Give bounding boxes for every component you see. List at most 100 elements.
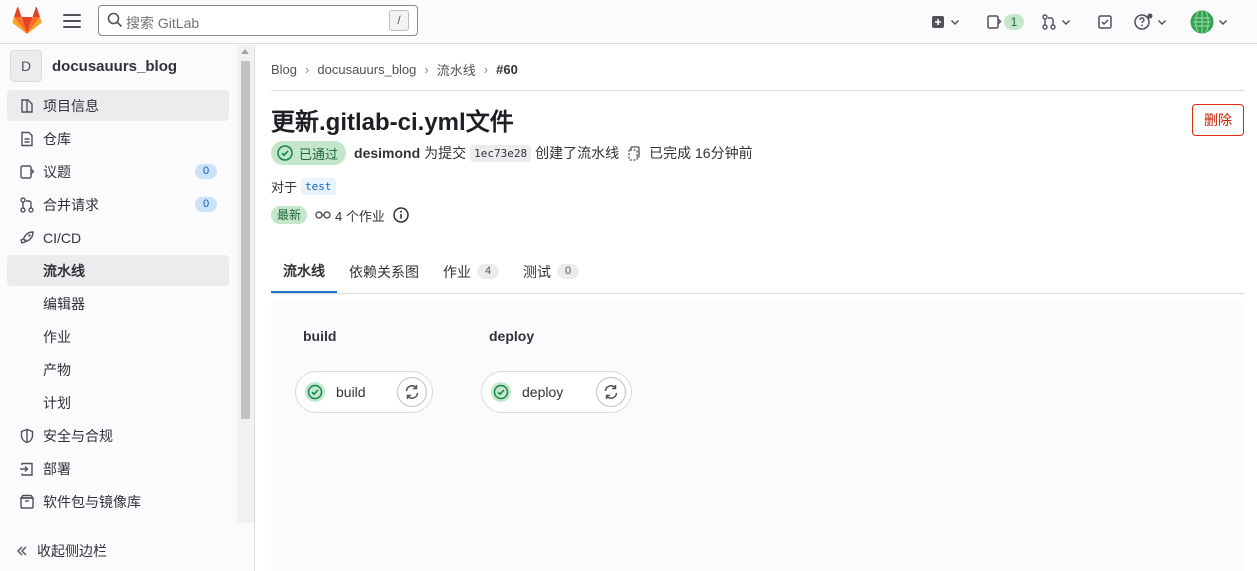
job-deploy[interactable]: deploy xyxy=(481,371,632,413)
commit-sha-link[interactable]: 1ec73e28 xyxy=(470,144,532,162)
project-header[interactable]: D docusauurs_blog xyxy=(10,50,177,82)
merge-request-icon xyxy=(1042,14,1056,30)
merge-requests-count-badge: 0 xyxy=(195,197,217,212)
breadcrumb-item-blog[interactable]: Blog xyxy=(271,62,297,77)
scroll-up-arrow-icon[interactable] xyxy=(241,49,249,54)
collapse-sidebar-label: 收起侧边栏 xyxy=(37,543,107,559)
tab-label: 依赖关系图 xyxy=(349,263,419,280)
sidebar-item-pipelines[interactable]: 流水线 xyxy=(7,255,229,286)
stage-title-build: build xyxy=(303,328,337,344)
search-input[interactable]: 搜索 GitLab / xyxy=(98,5,418,36)
sidebar-item-label: 仓库 xyxy=(43,130,71,147)
jobs-count-text: 4 个作业 xyxy=(335,208,385,224)
user-link[interactable]: desimond xyxy=(354,145,420,161)
tab-count-badge: 4 xyxy=(477,264,499,279)
user-menu-button[interactable] xyxy=(1190,10,1228,34)
sidebar-item-label: 议题 xyxy=(43,163,71,180)
chevron-down-icon xyxy=(1061,19,1071,26)
tab-jobs[interactable]: 作业 4 xyxy=(431,250,511,293)
for-commit-text: 为提交 xyxy=(424,145,467,161)
sidebar-item-editor[interactable]: 编辑器 xyxy=(7,288,229,319)
plus-square-icon xyxy=(932,16,944,28)
jobs-count: 4 个作业 xyxy=(315,206,385,225)
sidebar-item-cicd[interactable]: CI/CD xyxy=(7,222,229,253)
retry-button[interactable] xyxy=(596,377,626,407)
sidebar-item-label: 合并请求 xyxy=(43,196,99,213)
breadcrumb-separator-icon: › xyxy=(424,62,429,77)
merge-request-icon xyxy=(20,196,34,213)
latest-badge: 最新 xyxy=(271,206,308,224)
breadcrumb-current[interactable]: #60 xyxy=(496,62,518,77)
help-icon xyxy=(1134,13,1153,30)
sidebar-item-label: CI/CD xyxy=(43,229,82,246)
sidebar-item-security[interactable]: 安全与合规 xyxy=(7,420,229,451)
for-label: 对于 xyxy=(271,180,298,195)
sidebar-item-artifacts[interactable]: 产物 xyxy=(7,354,229,385)
sidebar-item-label: 部署 xyxy=(43,460,71,477)
double-chevron-left-icon xyxy=(17,546,27,556)
tab-pipeline[interactable]: 流水线 xyxy=(271,250,337,293)
sidebar-item-schedules[interactable]: 计划 xyxy=(7,387,229,418)
breadcrumb-item-pipelines[interactable]: 流水线 xyxy=(437,60,476,79)
job-name: build xyxy=(336,384,366,400)
sidebar-item-repository[interactable]: 仓库 xyxy=(7,123,229,154)
sidebar-item-label: 安全与合规 xyxy=(43,427,113,444)
sidebar-item-project-info[interactable]: 项目信息 xyxy=(7,90,229,121)
chevron-down-icon xyxy=(1218,19,1228,26)
repository-icon xyxy=(21,131,33,146)
pipeline-graph: build build deploy deploy xyxy=(271,302,1244,571)
scrollbar-thumb[interactable] xyxy=(241,61,250,419)
sidebar-item-label: 项目信息 xyxy=(43,97,99,114)
breadcrumb-separator-icon: › xyxy=(305,62,310,77)
job-build[interactable]: build xyxy=(295,371,433,413)
divider xyxy=(271,90,1244,91)
issues-icon xyxy=(20,164,35,179)
pipeline-meta: 已通过 desimond 为提交 1ec73e28 创建了流水线 已完成 16分… xyxy=(271,141,753,165)
sidebar-item-jobs[interactable]: 作业 xyxy=(7,321,229,352)
check-circle-icon xyxy=(305,382,325,402)
retry-icon xyxy=(405,385,419,399)
todo-check-icon xyxy=(1098,15,1112,29)
tab-tests[interactable]: 测试 0 xyxy=(511,250,591,293)
help-button[interactable] xyxy=(1133,10,1167,34)
pipeline-ref: 对于 test xyxy=(271,177,336,196)
sidebar-item-deployments[interactable]: 部署 xyxy=(7,453,229,484)
merge-requests-button[interactable] xyxy=(1041,10,1071,34)
delete-button[interactable]: 删除 xyxy=(1192,104,1244,136)
sidebar-scrollbar[interactable] xyxy=(237,45,254,523)
deploy-icon xyxy=(20,462,33,476)
tab-label: 测试 xyxy=(523,263,551,280)
collapse-sidebar-button[interactable]: 收起侧边栏 xyxy=(15,541,107,561)
rocket-icon xyxy=(20,230,34,244)
check-circle-icon xyxy=(491,382,511,402)
gitlab-logo-icon[interactable] xyxy=(12,7,42,35)
branch-link[interactable]: test xyxy=(301,178,336,195)
info-icon[interactable] xyxy=(393,207,409,223)
sidebar-item-packages[interactable]: 软件包与镜像库 xyxy=(7,486,229,517)
breadcrumb-separator-icon: › xyxy=(483,62,489,77)
chevron-down-icon xyxy=(950,19,960,26)
page-title: 更新.gitlab-ci.yml文件 xyxy=(271,109,514,136)
project-avatar: D xyxy=(10,50,42,82)
create-new-button[interactable] xyxy=(930,10,960,34)
retry-button[interactable] xyxy=(397,377,427,407)
sidebar-item-issues[interactable]: 议题 0 xyxy=(7,156,229,187)
sidebar-item-label: 编辑器 xyxy=(43,295,85,312)
pipeline-link-icon xyxy=(315,211,331,219)
finished-text: 已完成 16分钟前 xyxy=(649,145,753,161)
issues-button[interactable]: 1 xyxy=(986,10,1024,34)
breadcrumb-item-project[interactable]: docusauurs_blog xyxy=(317,62,416,77)
menu-icon[interactable] xyxy=(62,12,82,30)
sidebar-item-label: 计划 xyxy=(43,394,71,411)
stage-title-deploy: deploy xyxy=(489,328,535,344)
copy-icon[interactable] xyxy=(627,145,643,161)
sidebar-item-merge-requests[interactable]: 合并请求 0 xyxy=(7,189,229,220)
project-name: docusauurs_blog xyxy=(52,57,178,75)
sidebar-item-label: 作业 xyxy=(43,328,71,345)
status-badge[interactable]: 已通过 xyxy=(271,141,347,165)
tab-dependency-graph[interactable]: 依赖关系图 xyxy=(337,250,431,293)
top-bar: 搜索 GitLab / 1 xyxy=(0,0,1257,44)
sidebar-item-label: 软件包与镜像库 xyxy=(43,493,141,510)
todos-button[interactable] xyxy=(1097,10,1113,34)
tab-label: 流水线 xyxy=(283,262,325,279)
